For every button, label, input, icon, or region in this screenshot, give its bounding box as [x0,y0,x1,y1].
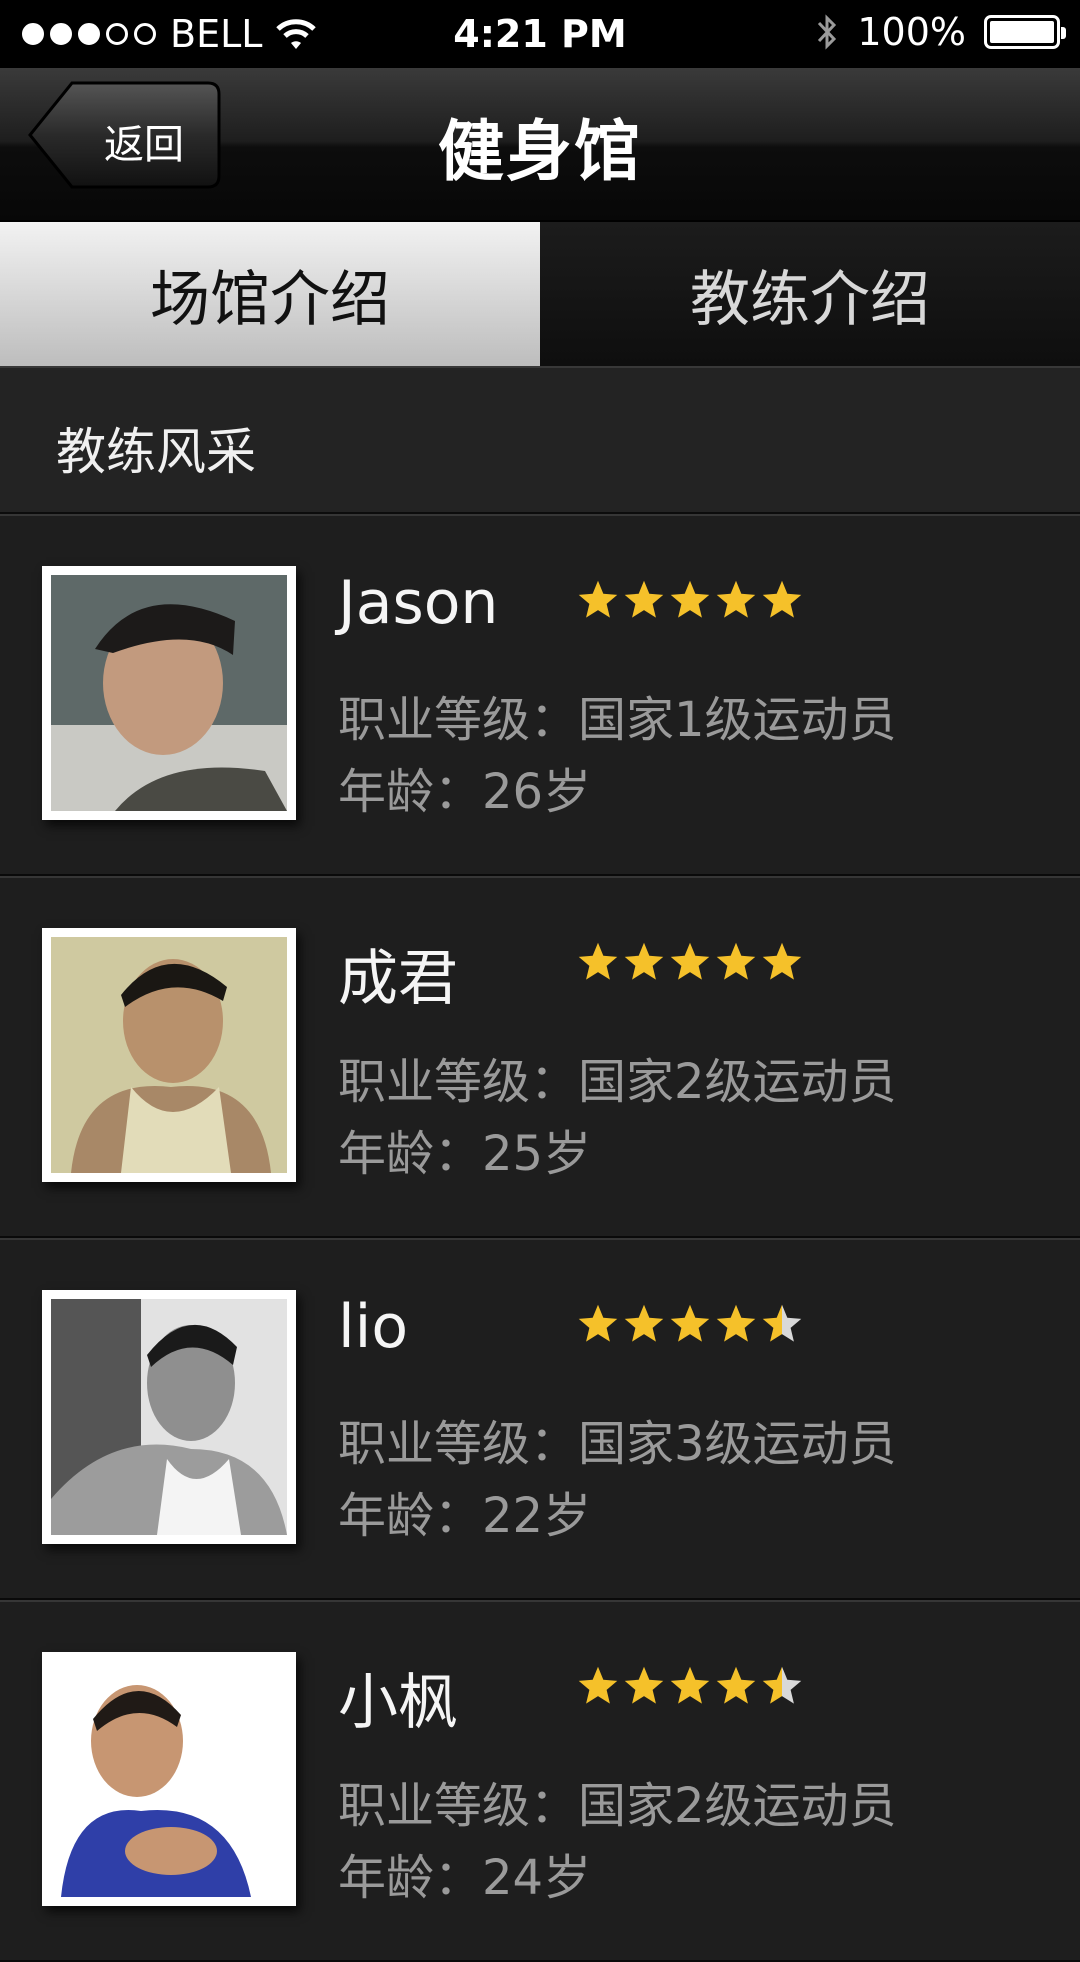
coach-list: Jason 职业等级：国家1级运动员 年龄：26岁 成君 职业等级：国家2级运动… [0,514,1080,1962]
coach-row[interactable]: lio 职业等级：国家3级运动员 年龄：22岁 [0,1238,1080,1600]
coach-age: 年龄：24岁 [338,1850,592,1906]
section-title: 教练风采 [56,423,256,481]
rating-stars [576,1664,804,1708]
coach-photo-jason [51,575,287,811]
star-icon [578,942,618,980]
tab-coach-intro[interactable]: 教练介绍 [540,222,1080,366]
star-icon [670,942,710,980]
coach-name: 小枫 [338,1668,458,1738]
coach-level: 职业等级：国家3级运动员 [338,1416,897,1472]
coach-age: 年龄：26岁 [338,764,592,820]
coach-photo-chengjun [51,937,287,1173]
coach-age: 年龄：25岁 [338,1126,592,1182]
coach-name: lio [338,1292,409,1362]
star-icon [670,580,710,618]
star-icon [716,1304,756,1342]
star-icon [716,1666,756,1704]
coach-photo-lio [51,1299,287,1535]
coach-row[interactable]: 小枫 职业等级：国家2级运动员 年龄：24岁 [0,1600,1080,1962]
tab-venue-intro[interactable]: 场馆介绍 [0,222,540,366]
star-icon [716,942,756,980]
coach-row[interactable]: Jason 职业等级：国家1级运动员 年龄：26岁 [0,514,1080,876]
star-icon [762,580,802,618]
star-icon [762,942,802,980]
rating-stars [576,940,804,984]
coach-name: 成君 [338,944,458,1014]
avatar [42,1290,296,1544]
star-icon [624,1666,664,1704]
rating-stars [576,578,804,622]
coach-age: 年龄：22岁 [338,1488,592,1544]
battery-icon [984,15,1066,49]
avatar [42,1652,296,1906]
star-icon [762,1304,802,1342]
avatar [42,928,296,1182]
rating-stars [576,1302,804,1346]
star-icon [670,1666,710,1704]
star-icon [578,1304,618,1342]
star-icon [578,580,618,618]
coach-level: 职业等级：国家1级运动员 [338,692,897,748]
coach-level: 职业等级：国家2级运动员 [338,1054,897,1110]
bluetooth-icon [818,14,837,50]
star-icon [624,580,664,618]
nav-bar: 返回 健身馆 [0,68,1080,222]
status-bar: BELL 4:21 PM 100% [0,0,1080,68]
star-icon [670,1304,710,1342]
star-icon [578,1666,618,1704]
avatar [42,566,296,820]
star-icon [762,1666,802,1704]
tab-bar: 场馆介绍 教练介绍 [0,222,1080,366]
star-icon [624,942,664,980]
coach-level: 职业等级：国家2级运动员 [338,1778,897,1834]
star-icon [716,580,756,618]
status-right: 100% [815,10,1066,54]
coach-row[interactable]: 成君 职业等级：国家2级运动员 年龄：25岁 [0,876,1080,1238]
coach-name: Jason [338,568,499,638]
battery-percent: 100% [857,10,966,54]
coach-photo-xiaofeng [51,1661,287,1897]
page-title: 健身馆 [438,113,642,190]
section-header: 教练风采 [0,366,1080,514]
star-icon [624,1304,664,1342]
